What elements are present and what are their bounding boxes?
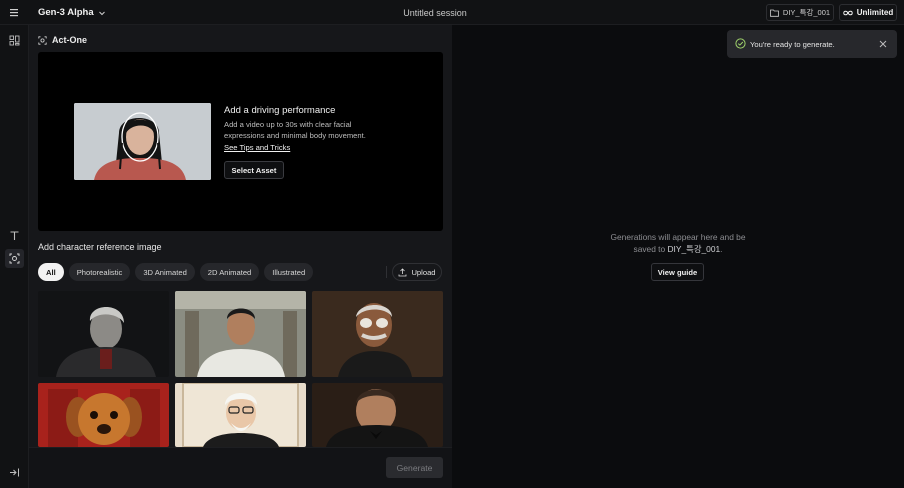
- panel-footer: Generate: [29, 447, 452, 488]
- reference-thumbnail-animated-dog[interactable]: [38, 383, 169, 447]
- folder-name: DIY_특강_001: [782, 8, 831, 17]
- generations-area: Generations will appear here and be save…: [452, 25, 904, 488]
- select-asset-button[interactable]: Select Asset: [224, 161, 284, 179]
- filter-chip-2d-animated[interactable]: 2D Animated: [199, 263, 260, 281]
- act-one-icon: [38, 35, 47, 45]
- plan-button[interactable]: Unlimited: [839, 4, 897, 21]
- upload-label: Upload: [411, 267, 436, 277]
- reference-image-grid: [38, 291, 443, 447]
- text-icon: [10, 231, 19, 240]
- infinity-icon: [843, 10, 853, 15]
- empty-state-folder: DIY_특강_001: [667, 243, 721, 254]
- reference-thumbnail-young-man[interactable]: [175, 291, 306, 377]
- tool-title: Act-One: [52, 35, 88, 45]
- folder-button[interactable]: DIY_특강_001: [766, 4, 834, 21]
- left-rail: [0, 25, 29, 488]
- driving-preview-image: [74, 103, 211, 180]
- act-one-icon: [9, 253, 20, 264]
- text-tool-button[interactable]: [5, 226, 24, 245]
- generate-button[interactable]: Generate: [386, 457, 443, 478]
- toast-message: You're ready to generate.: [750, 40, 835, 49]
- divider: [386, 266, 387, 278]
- collapse-sidebar-icon[interactable]: [9, 467, 20, 478]
- assets-button[interactable]: [5, 31, 24, 50]
- filter-chip-3d-animated[interactable]: 3D Animated: [135, 263, 195, 281]
- reference-thumbnail-old-man[interactable]: [38, 291, 169, 377]
- grid-icon: [9, 35, 20, 46]
- session-title[interactable]: Untitled session: [0, 8, 870, 18]
- driving-title: Add a driving performance: [224, 105, 336, 116]
- plan-label: Unlimited: [856, 8, 894, 17]
- tips-link[interactable]: See Tips and Tricks: [224, 143, 290, 152]
- ready-toast: You're ready to generate.: [727, 30, 897, 58]
- panel-header: Act-One: [38, 35, 87, 45]
- act-one-panel: Act-One Add a driving performance Add a …: [29, 25, 452, 488]
- driving-description: Add a video up to 30s with clear facial …: [224, 120, 366, 140]
- driving-performance-dropzone[interactable]: Add a driving performance Add a video up…: [38, 52, 443, 231]
- reference-label: Add character reference image: [38, 242, 162, 252]
- filter-chip-illustrated[interactable]: Illustrated: [264, 263, 314, 281]
- top-bar: Gen-3 Alpha Untitled session DIY_특강_001 …: [0, 0, 904, 25]
- filter-chips: All Photorealistic 3D Animated 2D Animat…: [38, 263, 314, 281]
- empty-state-prefix: saved to: [633, 243, 668, 254]
- empty-state-line-2: saved to DIY_특강_001.: [452, 244, 904, 256]
- act-one-tool-button[interactable]: [5, 249, 24, 268]
- filter-chip-photorealistic[interactable]: Photorealistic: [68, 263, 131, 281]
- reference-thumbnail-animated-old-man[interactable]: [312, 291, 443, 377]
- upload-button[interactable]: Upload: [392, 263, 442, 281]
- folder-icon: [770, 9, 779, 17]
- close-icon[interactable]: [879, 40, 887, 48]
- reference-thumbnail-illustrated-colonel[interactable]: [175, 383, 306, 447]
- view-guide-button[interactable]: View guide: [651, 263, 704, 281]
- filter-chip-all[interactable]: All: [38, 263, 64, 281]
- check-circle-icon: [735, 38, 746, 49]
- empty-state-message: Generations will appear here and be save…: [452, 232, 904, 255]
- empty-state-suffix: .: [720, 243, 723, 254]
- reference-thumbnail-animated-big-man[interactable]: [312, 383, 443, 447]
- empty-state-line-1: Generations will appear here and be: [610, 232, 746, 242]
- upload-icon: [399, 267, 407, 276]
